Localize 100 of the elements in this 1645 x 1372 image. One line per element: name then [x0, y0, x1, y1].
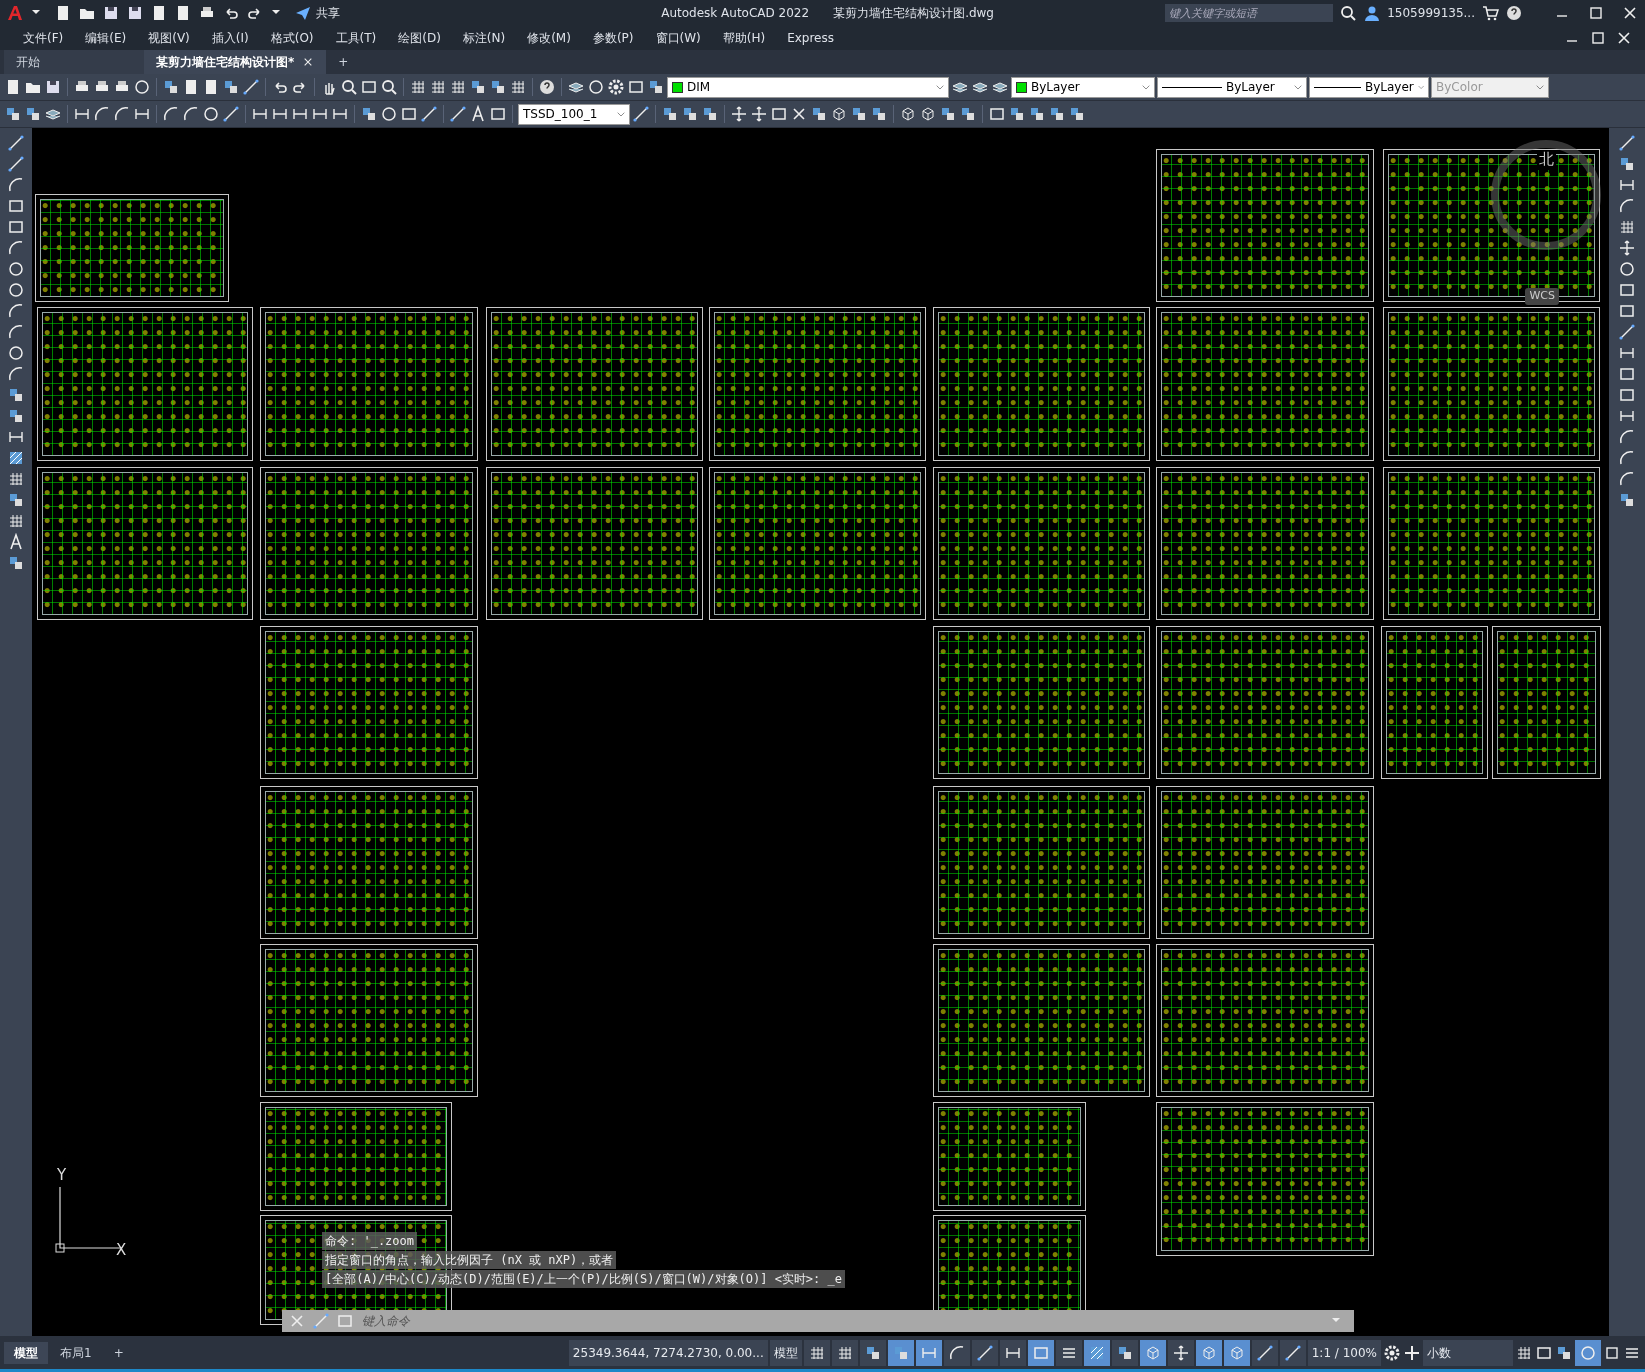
menu-item[interactable]: 插入(I) [200, 29, 260, 47]
line-icon[interactable] [1618, 323, 1636, 341]
viewcube-compass[interactable]: 北 [1491, 140, 1601, 250]
circle-icon[interactable] [7, 260, 25, 278]
block-icon[interactable] [661, 105, 679, 123]
command-line-bar[interactable]: 键入命令 [282, 1310, 1354, 1332]
block-icon[interactable] [222, 78, 240, 96]
arc-icon[interactable] [7, 302, 25, 320]
new-tab-button[interactable]: + [326, 50, 361, 74]
model-space-button[interactable]: 模型 [769, 1339, 802, 1366]
block-icon[interactable] [4, 105, 22, 123]
settings-icon[interactable] [1383, 1343, 1401, 1362]
linetype-dropdown[interactable]: ByLayer [1157, 76, 1307, 98]
text-style-dropdown[interactable]: TSSD_100_1 [518, 103, 630, 125]
line-icon[interactable] [420, 105, 438, 123]
menu-item[interactable]: Express [776, 29, 845, 47]
block-icon[interactable] [959, 105, 977, 123]
save-icon[interactable] [102, 4, 120, 22]
rect-icon[interactable] [627, 78, 645, 96]
block-icon[interactable] [489, 78, 507, 96]
arc-icon[interactable] [1618, 449, 1636, 467]
arc-icon[interactable] [113, 105, 131, 123]
arc-icon[interactable] [7, 176, 25, 194]
arc-icon[interactable] [7, 365, 25, 383]
text-icon[interactable] [469, 105, 487, 123]
cube-icon[interactable] [919, 105, 937, 123]
new-layout-button[interactable]: + [103, 1341, 134, 1364]
circle-icon[interactable] [7, 344, 25, 362]
rect-icon[interactable] [1618, 365, 1636, 383]
menu-item[interactable]: 参数(P) [581, 29, 645, 47]
zoom-icon[interactable] [340, 78, 358, 96]
save-as-icon[interactable] [126, 4, 144, 22]
rect-icon[interactable] [7, 197, 25, 215]
block-icon[interactable] [162, 78, 180, 96]
rect-icon[interactable] [770, 105, 788, 123]
grid-icon[interactable] [1618, 218, 1636, 236]
line-icon[interactable] [222, 105, 240, 123]
zoom-window-icon[interactable] [360, 78, 378, 96]
menu-item[interactable]: 修改(M) [516, 29, 582, 47]
block-icon[interactable] [7, 386, 25, 404]
arc-icon[interactable] [182, 105, 200, 123]
help-icon[interactable] [1505, 4, 1523, 22]
line-icon[interactable] [449, 105, 467, 123]
file-tab[interactable]: 开始 [4, 50, 144, 74]
share-button[interactable]: 共享 [294, 4, 340, 22]
menu-item[interactable]: 帮助(H) [711, 29, 777, 47]
help-icon[interactable] [538, 78, 556, 96]
layout-tab[interactable]: 模型 [4, 1341, 48, 1364]
menu-item[interactable]: 格式(O) [259, 29, 325, 47]
arc-icon[interactable] [162, 105, 180, 123]
arc-icon[interactable] [1618, 470, 1636, 488]
rect-icon[interactable] [988, 105, 1006, 123]
block-icon[interactable] [1068, 105, 1086, 123]
menu-item[interactable]: 文件(F) [12, 29, 75, 47]
line-icon[interactable] [7, 155, 25, 173]
menu-item[interactable]: 标注(N) [451, 29, 517, 47]
line-icon[interactable] [1618, 134, 1636, 152]
block-icon[interactable] [469, 78, 487, 96]
search-icon[interactable] [1339, 4, 1358, 22]
maximize-icon[interactable] [1587, 4, 1605, 22]
hatch-icon[interactable] [7, 449, 25, 467]
save-icon[interactable] [44, 78, 62, 96]
file-tab[interactable]: 某剪力墙住宅结构设计图* [144, 50, 327, 74]
circle-icon[interactable] [380, 105, 398, 123]
user-name[interactable]: 1505999135... [1387, 4, 1475, 22]
arc-icon[interactable] [7, 239, 25, 257]
cube-icon[interactable] [899, 105, 917, 123]
block-icon[interactable] [7, 554, 25, 572]
move-icon[interactable] [750, 105, 768, 123]
cube-icon[interactable] [830, 105, 848, 123]
menu-item[interactable]: 视图(V) [137, 29, 201, 47]
block-icon[interactable] [7, 491, 25, 509]
arc-icon[interactable] [7, 323, 25, 341]
coordinates-readout[interactable]: 25349.3644, 7274.2730, 0.00... [568, 1339, 768, 1366]
block-icon[interactable] [1008, 105, 1026, 123]
circle-icon[interactable] [202, 105, 220, 123]
grid-icon[interactable] [7, 470, 25, 488]
block-icon[interactable] [681, 105, 699, 123]
grid-icon[interactable] [7, 512, 25, 530]
block-icon[interactable] [24, 105, 42, 123]
search-field[interactable]: 键入关键字或短语 [1165, 4, 1334, 22]
arc-icon[interactable] [1618, 197, 1636, 215]
move-icon[interactable] [1618, 239, 1636, 257]
rect-icon[interactable] [489, 105, 507, 123]
layer-dropdown[interactable]: DIM [667, 76, 949, 98]
user-icon[interactable] [1363, 4, 1382, 22]
block-icon[interactable] [810, 105, 828, 123]
rect-icon[interactable] [1618, 386, 1636, 404]
application-logo-icon[interactable] [6, 4, 24, 22]
units-dropdown[interactable]: 小数 [1423, 1339, 1513, 1366]
arc-icon[interactable] [1618, 428, 1636, 446]
layout-tab[interactable]: 布局1 [50, 1341, 102, 1364]
arc-icon[interactable] [93, 105, 111, 123]
rect-icon[interactable] [400, 105, 418, 123]
block-icon[interactable] [1048, 105, 1066, 123]
block-icon[interactable] [870, 105, 888, 123]
block-icon[interactable] [360, 105, 378, 123]
menu-item[interactable]: 窗口(W) [644, 29, 712, 47]
block-icon[interactable] [939, 105, 957, 123]
move-icon[interactable] [730, 105, 748, 123]
